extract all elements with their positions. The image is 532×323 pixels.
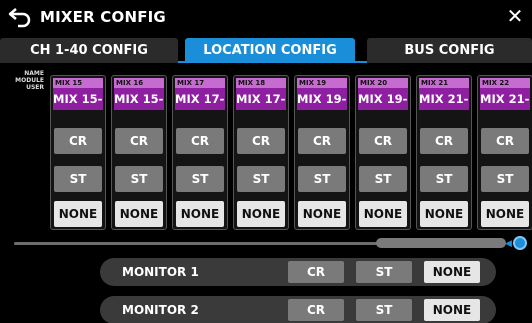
strip-st-button[interactable]: ST xyxy=(54,166,102,192)
mix-strip: MIX 20MIX 19-20 CR ST NONE xyxy=(355,75,411,230)
strip-module-label: MIX 19-20 xyxy=(297,88,347,110)
page-title: MIXER CONFIG xyxy=(40,8,166,26)
tab-location-config[interactable]: LOCATION CONFIG xyxy=(185,38,355,63)
strip-module-label: MIX 21-22 xyxy=(419,88,469,110)
strip-st-button[interactable]: ST xyxy=(359,166,407,192)
strip-none-button[interactable]: NONE xyxy=(359,201,407,227)
strip-none-button[interactable]: NONE xyxy=(298,201,346,227)
strip-st-button[interactable]: ST xyxy=(115,166,163,192)
strip-none-button[interactable]: NONE xyxy=(176,201,224,227)
strip-none-button[interactable]: NONE xyxy=(420,201,468,227)
strip-st-button[interactable]: ST xyxy=(298,166,346,192)
strip-module-label: MIX 15-16 xyxy=(114,88,164,110)
strip-name-label: MIX 17 xyxy=(175,78,225,88)
back-arrow-icon[interactable] xyxy=(6,4,34,30)
strip-name-label: MIX 21 xyxy=(419,78,469,88)
strip-name-label: MIX 15 xyxy=(53,78,103,88)
strip-cr-button[interactable]: CR xyxy=(481,128,529,154)
strip-name-label: MIX 16 xyxy=(114,78,164,88)
monitor-2-cr-button[interactable]: CR xyxy=(288,299,344,321)
scroll-thumb[interactable] xyxy=(376,238,506,248)
strip-name-label: MIX 20 xyxy=(358,78,408,88)
title-bar: MIXER CONFIG ✕ xyxy=(0,0,532,36)
strip-name-label: MIX 18 xyxy=(236,78,286,88)
strip-name-label: MIX 22 xyxy=(480,78,530,88)
strip-st-button[interactable]: ST xyxy=(481,166,529,192)
mix-strip: MIX 18MIX 17-18 CR ST NONE xyxy=(233,75,289,230)
strip-cr-button[interactable]: CR xyxy=(420,128,468,154)
strip-none-button[interactable]: NONE xyxy=(54,201,102,227)
monitor-1-label: MONITOR 1 xyxy=(122,265,199,279)
tab-ch-config[interactable]: CH 1-40 CONFIG xyxy=(0,38,178,63)
monitor-2-st-button[interactable]: ST xyxy=(356,299,412,321)
mix-strip: MIX 15MIX 15-16 CR ST NONE xyxy=(50,75,106,230)
strip-none-button[interactable]: NONE xyxy=(237,201,285,227)
strip-st-button[interactable]: ST xyxy=(176,166,224,192)
mix-strip: MIX 21MIX 21-22 CR ST NONE xyxy=(416,75,472,230)
strip-module-label: MIX 19-20 xyxy=(358,88,408,110)
strip-cr-button[interactable]: CR xyxy=(176,128,224,154)
scroll-knob[interactable] xyxy=(513,236,527,250)
monitor-1-st-button[interactable]: ST xyxy=(356,261,412,283)
monitor-1-none-button[interactable]: NONE xyxy=(424,261,480,283)
strip-none-button[interactable]: NONE xyxy=(481,201,529,227)
row-label-user: USER xyxy=(26,84,44,91)
strip-st-button[interactable]: ST xyxy=(237,166,285,192)
strip-cr-button[interactable]: CR xyxy=(115,128,163,154)
strip-st-button[interactable]: ST xyxy=(420,166,468,192)
strip-cr-button[interactable]: CR xyxy=(359,128,407,154)
strip-module-label: MIX 15-16 xyxy=(53,88,103,110)
strip-module-label: MIX 17-18 xyxy=(236,88,286,110)
mix-strip: MIX 17MIX 17-18 CR ST NONE xyxy=(172,75,228,230)
row-label-name: NAME xyxy=(24,70,44,77)
strip-module-label: MIX 21-22 xyxy=(480,88,530,110)
close-icon[interactable]: ✕ xyxy=(502,2,528,30)
row-labels: NAME MODULE USER xyxy=(4,70,44,91)
monitor-2-row: MONITOR 2 CR ST NONE xyxy=(100,296,496,323)
row-label-module: MODULE xyxy=(15,77,44,84)
monitor-2-none-button[interactable]: NONE xyxy=(424,299,480,321)
mix-strip: MIX 19MIX 19-20 CR ST NONE xyxy=(294,75,350,230)
mix-strip: MIX 22MIX 21-22 CR ST NONE xyxy=(477,75,532,230)
monitor-2-label: MONITOR 2 xyxy=(122,303,199,317)
strip-cr-button[interactable]: CR xyxy=(237,128,285,154)
strip-module-label: MIX 17-18 xyxy=(175,88,225,110)
strip-cr-button[interactable]: CR xyxy=(298,128,346,154)
strip-none-button[interactable]: NONE xyxy=(115,201,163,227)
tab-bar: CH 1-40 CONFIG LOCATION CONFIG BUS CONFI… xyxy=(0,36,532,63)
monitor-1-row: MONITOR 1 CR ST NONE xyxy=(100,258,496,286)
scroll-left-arrow-icon: ◀ xyxy=(505,239,512,249)
strip-name-label: MIX 19 xyxy=(297,78,347,88)
tab-bus-config[interactable]: BUS CONFIG xyxy=(367,38,532,63)
monitor-1-cr-button[interactable]: CR xyxy=(288,261,344,283)
mix-strip: MIX 16MIX 15-16 CR ST NONE xyxy=(111,75,167,230)
strip-cr-button[interactable]: CR xyxy=(54,128,102,154)
